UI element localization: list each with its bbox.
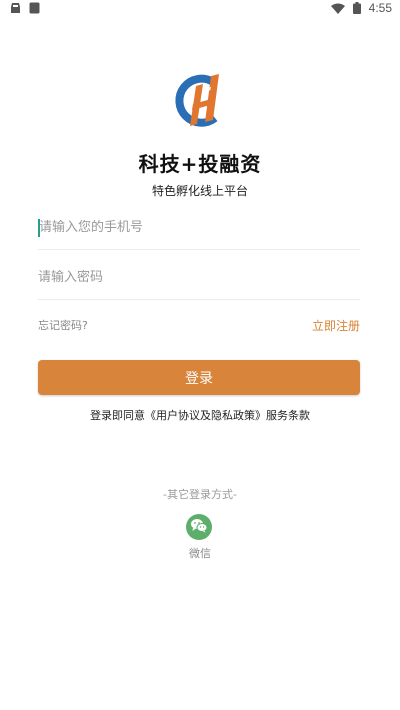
battery-icon xyxy=(352,0,361,18)
status-time: 4:55 xyxy=(368,1,392,15)
app-subtitle: 特色孵化线上平台 xyxy=(151,184,248,198)
wechat-label: 微信 xyxy=(189,547,211,560)
wechat-icon xyxy=(190,518,208,537)
login-button[interactable]: 登录 xyxy=(38,360,360,395)
register-link[interactable]: 立即注册 xyxy=(312,317,360,334)
status-bar: 4:55 xyxy=(0,0,400,16)
password-input[interactable] xyxy=(38,270,360,285)
forgot-password-link[interactable]: 忘记密码? xyxy=(38,317,88,333)
phone-input[interactable] xyxy=(38,220,360,235)
login-screen: 4:55 科技+投融资 特色孵化线上平台 忘记密码? 立即注册 登录 登录即同意… xyxy=(0,0,400,710)
wifi-icon xyxy=(330,0,345,18)
notification-icon xyxy=(10,0,21,18)
form-links-row: 忘记密码? 立即注册 xyxy=(38,316,360,334)
sim-card-icon xyxy=(29,0,40,18)
status-left xyxy=(10,0,40,18)
agreement-text[interactable]: 登录即同意《用户协议及隐私政策》服务条款 xyxy=(0,407,400,423)
other-login-heading: -其它登录方式- xyxy=(163,488,237,501)
password-field xyxy=(38,256,360,300)
app-title: 科技+投融资 xyxy=(138,152,262,176)
text-caret xyxy=(38,219,40,237)
app-logo-icon xyxy=(171,70,229,132)
phone-field xyxy=(38,206,360,250)
wechat-login-button[interactable] xyxy=(186,514,212,540)
status-right: 4:55 xyxy=(330,0,392,18)
